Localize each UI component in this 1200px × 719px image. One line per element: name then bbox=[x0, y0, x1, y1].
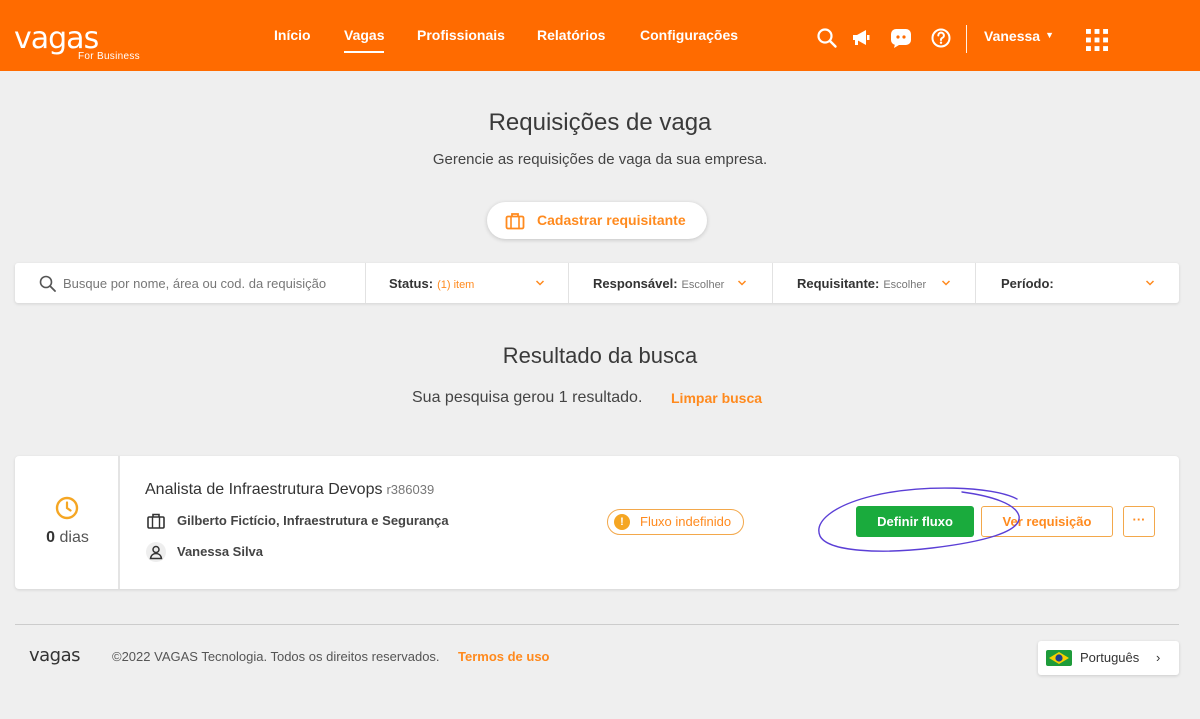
briefcase-icon bbox=[505, 213, 525, 230]
footer-logo: vagas bbox=[29, 645, 81, 666]
job-title[interactable]: Analista de Infraestrutura Devops bbox=[145, 481, 382, 498]
filter-divider bbox=[365, 263, 366, 303]
register-requester-label: Cadastrar requisitante bbox=[537, 212, 686, 228]
periodo-filter[interactable]: Período: bbox=[1001, 276, 1054, 291]
footer-divider bbox=[15, 624, 1179, 625]
brazil-flag-icon bbox=[1046, 650, 1072, 666]
page-subtitle: Gerencie as requisições de vaga da sua e… bbox=[432, 151, 768, 168]
chevron-down-icon[interactable] bbox=[1145, 278, 1155, 288]
terms-of-use-link[interactable]: Termos de uso bbox=[458, 649, 550, 664]
filter-divider bbox=[568, 263, 569, 303]
chevron-down-icon[interactable] bbox=[737, 278, 747, 288]
view-requisition-button[interactable]: Ver requisição bbox=[981, 506, 1113, 537]
chevron-right-icon: › bbox=[1156, 650, 1161, 665]
vagas-logo[interactable]: vagas For Business bbox=[14, 21, 140, 63]
status-filter-value: (1) item bbox=[437, 279, 475, 291]
requisitante-filter[interactable]: Requisitante: Escolher bbox=[797, 276, 926, 291]
clear-search-link[interactable]: Limpar busca bbox=[671, 390, 762, 406]
register-requester-button[interactable]: Cadastrar requisitante bbox=[487, 202, 707, 239]
days-counter: 0 dias bbox=[15, 529, 120, 547]
user-icon bbox=[146, 542, 166, 562]
apps-grid-icon[interactable] bbox=[1086, 29, 1108, 51]
job-owner: Vanessa Silva bbox=[177, 544, 264, 559]
chevron-down-icon[interactable] bbox=[535, 278, 545, 288]
logo-subtitle: For Business bbox=[78, 51, 140, 62]
job-code: r386039 bbox=[386, 482, 435, 497]
filter-divider bbox=[772, 263, 773, 303]
status-badge: ! Fluxo indefinido bbox=[607, 509, 745, 535]
job-department: Gilberto Fictício, Infraestrutura e Segu… bbox=[177, 513, 449, 528]
responsavel-filter-label: Responsável: bbox=[593, 276, 678, 291]
search-icon bbox=[39, 275, 56, 292]
more-options-button[interactable]: ··· bbox=[1123, 506, 1155, 537]
language-selector[interactable]: Português › bbox=[1038, 641, 1179, 675]
chevron-down-icon[interactable] bbox=[941, 278, 951, 288]
top-navigation-bar: vagas For Business Início Vagas Profissi… bbox=[0, 0, 1200, 71]
requisitante-filter-value: Escolher bbox=[883, 279, 927, 291]
requisition-card: 0 dias Analista de Infraestrutura Devops… bbox=[15, 456, 1179, 589]
results-title: Resultado da busca bbox=[502, 343, 698, 368]
filter-bar: Status:(1) item Responsável:Escolher Req… bbox=[15, 263, 1179, 303]
job-title-row: Analista de Infraestrutura Devops r386039 bbox=[145, 481, 434, 499]
days-number: 0 bbox=[46, 529, 56, 546]
user-menu[interactable]: Vanessa ▼ bbox=[984, 28, 1054, 44]
clock-icon bbox=[55, 496, 79, 520]
logo-text: vagas bbox=[14, 21, 99, 56]
search-icon[interactable] bbox=[816, 27, 838, 49]
responsavel-filter-value: Escolher bbox=[681, 279, 725, 291]
user-name: Vanessa bbox=[984, 28, 1041, 44]
warning-icon: ! bbox=[614, 514, 630, 530]
search-input[interactable] bbox=[63, 271, 353, 295]
status-filter[interactable]: Status: (1) item bbox=[389, 276, 474, 291]
language-label: Português bbox=[1080, 650, 1140, 665]
days-panel: 0 dias bbox=[15, 456, 120, 589]
status-filter-label: Status: bbox=[389, 276, 434, 291]
filter-divider bbox=[975, 263, 976, 303]
chat-icon[interactable] bbox=[890, 27, 912, 49]
nav-configuracoes[interactable]: Configurações bbox=[640, 27, 738, 43]
requisitante-filter-label: Requisitante: bbox=[797, 276, 880, 291]
periodo-filter-label: Período: bbox=[1001, 276, 1054, 291]
status-text: Fluxo indefinido bbox=[640, 514, 732, 529]
chevron-down-icon: ▼ bbox=[1045, 30, 1054, 40]
header-divider bbox=[966, 25, 967, 53]
briefcase-icon bbox=[147, 513, 165, 529]
results-summary: Sua pesquisa gerou 1 resultado. bbox=[412, 389, 643, 406]
megaphone-icon[interactable] bbox=[850, 27, 872, 49]
days-unit: dias bbox=[59, 529, 89, 546]
page-title: Requisições de vaga bbox=[488, 109, 712, 136]
define-flow-button[interactable]: Definir fluxo bbox=[856, 506, 974, 537]
nav-relatorios[interactable]: Relatórios bbox=[537, 27, 605, 43]
nav-vagas[interactable]: Vagas bbox=[344, 27, 385, 53]
nav-profissionais[interactable]: Profissionais bbox=[417, 27, 505, 43]
help-icon[interactable] bbox=[930, 27, 952, 49]
nav-inicio[interactable]: Início bbox=[274, 27, 311, 43]
responsavel-filter[interactable]: Responsável: Escolher bbox=[593, 276, 724, 291]
footer-copyright: ©2022 VAGAS Tecnologia. Todos os direito… bbox=[112, 649, 440, 664]
